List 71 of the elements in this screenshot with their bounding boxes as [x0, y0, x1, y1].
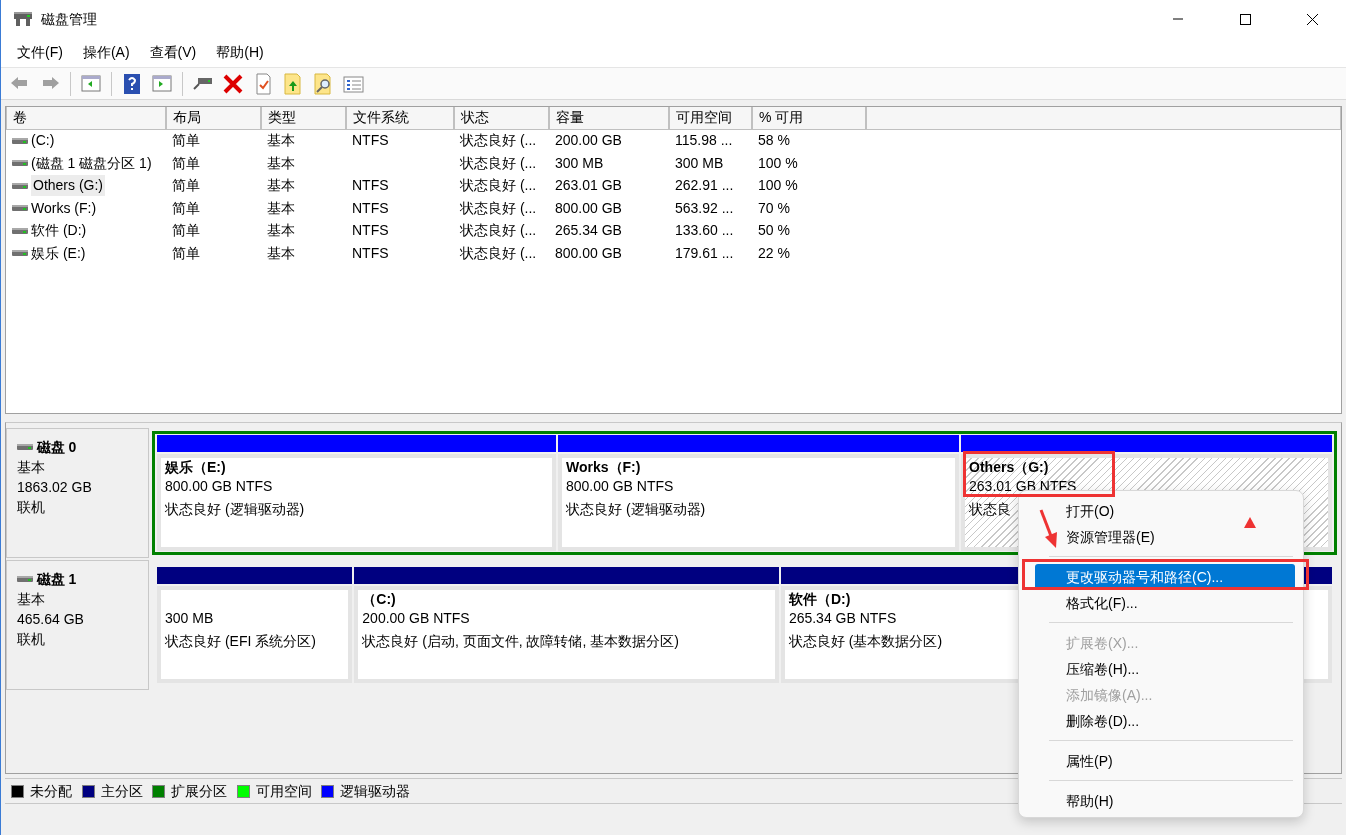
disk-status: 联机 [17, 498, 46, 517]
table-cell-text: 基本 [267, 131, 295, 151]
partition-title: Others（G:) [969, 458, 1049, 477]
table-cell-text: 200.00 GB [555, 131, 622, 151]
table-cell-text: 263.01 GB [555, 176, 622, 196]
partition-status: 状态良好 (基本数据分区) [788, 632, 943, 651]
partition-size: 300 MB [165, 609, 214, 628]
window-title: 磁盘管理 [41, 9, 98, 29]
table-cell-text: 800.00 GB [555, 243, 622, 263]
table-cell-text: 179.61 ... [675, 243, 734, 263]
table-cell-text: 70 % [758, 198, 790, 218]
legend-label: 主分区 [100, 781, 143, 801]
table-cell-text: 58 % [758, 131, 790, 151]
partition-title: 软件（D:) [788, 590, 851, 609]
partition-status: 状态良 [969, 500, 1012, 519]
disk-type: 基本 [17, 458, 46, 477]
table-cell-text: 基本 [267, 221, 295, 241]
table-cell-text: 状态良好 (... [460, 221, 537, 241]
table-cell-text: 基本 [267, 243, 295, 263]
partition-size: 800.00 GB NTFS [165, 477, 273, 496]
table-cell-text: NTFS [352, 176, 389, 196]
table-cell-text: 状态良好 (... [460, 198, 537, 218]
partition-title: 娱乐（E:) [165, 458, 226, 477]
partition-title: Works（F:) [566, 458, 641, 477]
legend-label: 未分配 [30, 781, 72, 801]
table-cell-text: 简单 [172, 131, 200, 151]
table-cell-text: 300 MB [675, 153, 724, 173]
partition-status: 状态良好 (EFI 系统分区) [165, 632, 316, 651]
disk-type: 基本 [17, 590, 46, 609]
disk-name: 磁盘 1 [36, 570, 77, 589]
partition-status: 状态良好 (逻辑驱动器) [566, 500, 706, 519]
table-cell-text: NTFS [352, 243, 389, 263]
table-cell-text: 状态良好 (... [460, 153, 537, 173]
table-cell-text: NTFS [352, 131, 389, 151]
disk-size: 1863.02 GB [17, 478, 93, 497]
disk-status: 联机 [17, 630, 46, 649]
table-cell-text: NTFS [352, 221, 389, 241]
partition-size: 265.34 GB NTFS [788, 609, 897, 628]
table-cell-text: 基本 [267, 176, 295, 196]
table-cell-text: 状态良好 (... [460, 176, 537, 196]
legend-label: 逻辑驱动器 [340, 781, 410, 801]
table-cell-text: 133.60 ... [675, 221, 734, 241]
table-cell-text: 简单 [172, 243, 200, 263]
table-cell-text: 基本 [267, 153, 295, 173]
table-cell-text: 800.00 GB [555, 198, 622, 218]
table-cell-text: 状态良好 (... [460, 243, 537, 263]
table-cell-text: 50 % [758, 221, 790, 241]
partition-size: 200.00 GB NTFS [362, 609, 470, 628]
table-cell-text: 100 % [758, 176, 798, 196]
table-cell-text: NTFS [352, 198, 389, 218]
partition-status: 状态良好 (启动, 页面文件, 故障转储, 基本数据分区) [362, 632, 679, 651]
table-cell-text: 简单 [172, 153, 200, 173]
table-cell-text: 563.92 ... [675, 198, 734, 218]
table-cell-text: 115.98 ... [675, 131, 733, 151]
table-cell-text: 262.91 ... [675, 176, 734, 196]
legend-label: 扩展分区 [171, 781, 227, 801]
partition-status: 状态良好 (逻辑驱动器) [165, 500, 305, 519]
table-cell-text: 简单 [172, 221, 200, 241]
table-cell-text: 265.34 GB [555, 221, 622, 241]
table-cell-text: 300 MB [555, 153, 604, 173]
table-cell-text: 简单 [172, 176, 200, 196]
table-cell-text: 状态良好 (... [460, 131, 537, 151]
table-cell-text: 基本 [267, 198, 295, 218]
legend-label: 可用空间 [255, 781, 312, 801]
table-cell-text: 22 % [758, 243, 790, 263]
partition-title: （C:) [362, 590, 396, 609]
disk-size: 465.64 GB [17, 610, 85, 629]
table-cell-text: 100 % [758, 153, 798, 173]
disk-name: 磁盘 0 [36, 438, 77, 457]
partition-size: 800.00 GB NTFS [566, 477, 674, 496]
table-cell-text: 简单 [172, 198, 200, 218]
